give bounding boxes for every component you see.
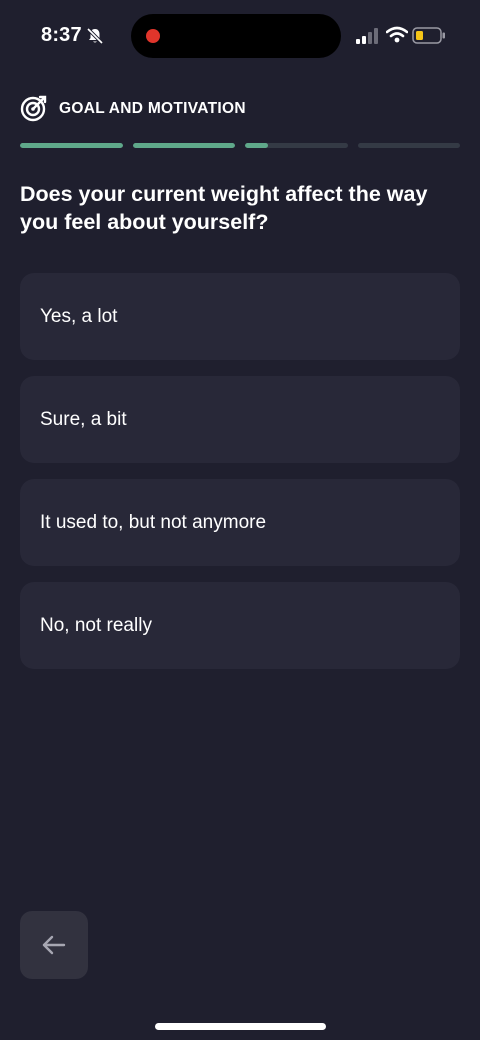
- progress-segment: [357, 143, 460, 148]
- option-yes-a-lot[interactable]: Yes, a lot: [20, 273, 460, 360]
- wifi-icon: [386, 26, 408, 43]
- progress-segment-fill: [132, 143, 235, 148]
- target-icon: [20, 95, 47, 122]
- bell-slash-icon: [86, 27, 104, 45]
- progress-bar: [20, 143, 460, 148]
- progress-segment-fill: [245, 143, 268, 148]
- home-indicator: [155, 1023, 326, 1030]
- battery-low-icon: [412, 27, 445, 44]
- question-title: Does your current weight affect the way …: [20, 182, 428, 234]
- option-used-to[interactable]: It used to, but not anymore: [20, 479, 460, 566]
- arrow-left-icon: [42, 935, 66, 955]
- progress-segment-fill: [20, 143, 123, 148]
- section-title: GOAL AND MOTIVATION: [59, 100, 246, 117]
- progress-segment: [132, 143, 235, 148]
- cellular-signal-icon: [356, 28, 378, 44]
- answer-options: Yes, a lot Sure, a bit It used to, but n…: [20, 273, 460, 685]
- progress-segment: [20, 143, 123, 148]
- option-sure-a-bit[interactable]: Sure, a bit: [20, 376, 460, 463]
- progress-segment: [245, 143, 348, 148]
- recording-indicator: [146, 29, 160, 43]
- status-time: 8:37: [41, 24, 82, 46]
- dynamic-island: [131, 14, 341, 58]
- status-bar: 8:37: [0, 0, 480, 72]
- option-not-really[interactable]: No, not really: [20, 582, 460, 669]
- back-button[interactable]: [20, 911, 88, 979]
